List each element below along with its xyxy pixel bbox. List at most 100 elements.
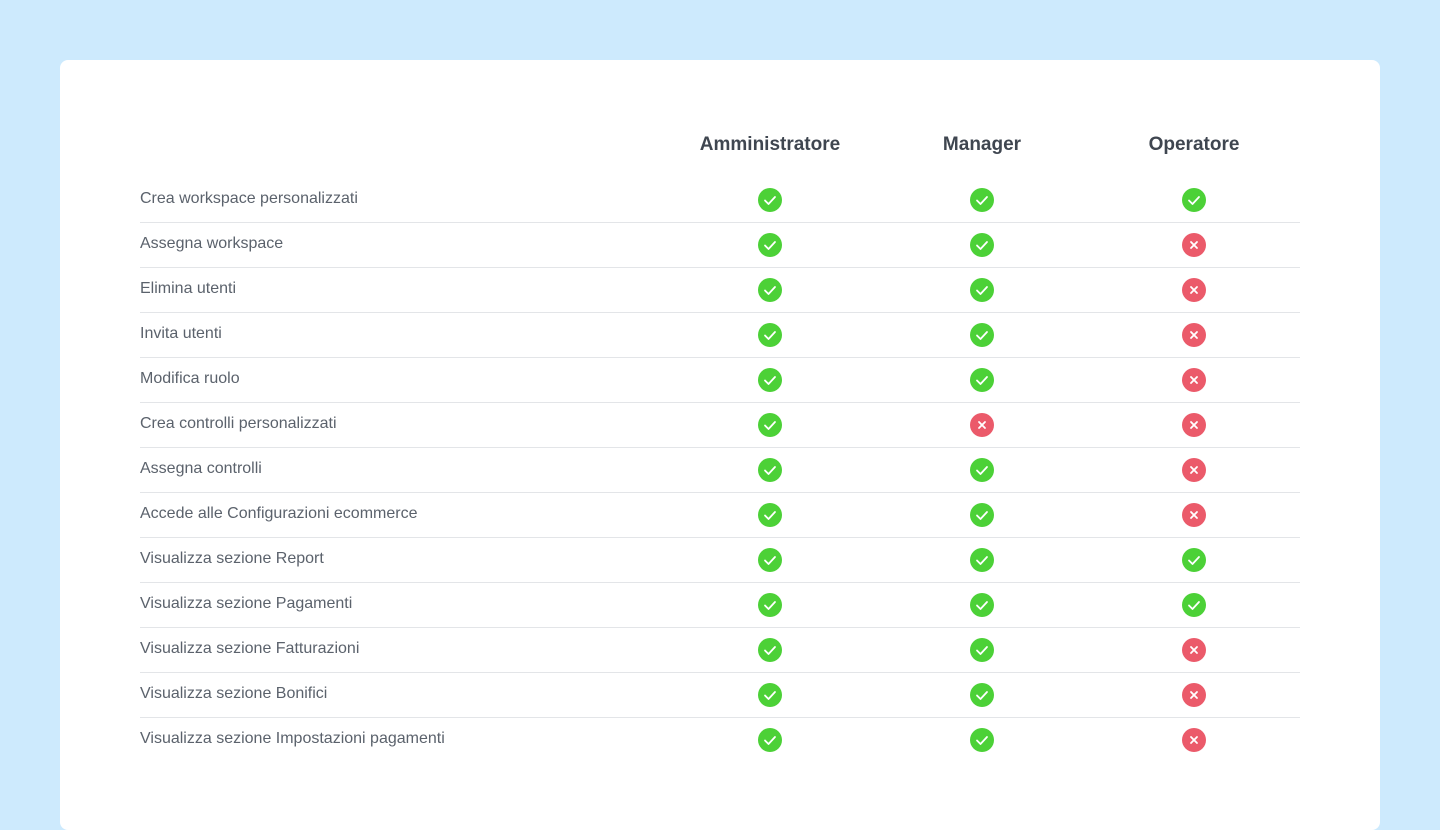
table-row: Modifica ruolo bbox=[140, 358, 1300, 403]
permission-label: Visualizza sezione Report bbox=[140, 550, 324, 567]
permission-cell-amministratore bbox=[758, 323, 782, 347]
permission-cell-operatore bbox=[1182, 368, 1206, 392]
check-circle-icon bbox=[970, 638, 994, 662]
x-circle-icon bbox=[1182, 458, 1206, 482]
check-circle-icon bbox=[758, 503, 782, 527]
table-row: Crea controlli personalizzati bbox=[140, 403, 1300, 448]
permission-cell-operatore bbox=[1182, 458, 1206, 482]
permission-label: Assegna workspace bbox=[140, 235, 284, 252]
table-row: Visualizza sezione Bonifici bbox=[140, 673, 1300, 718]
permission-cell-amministratore bbox=[758, 503, 782, 527]
permissions-card: Amministratore Manager Operatore Crea wo… bbox=[60, 60, 1380, 830]
permission-cell-amministratore bbox=[758, 188, 782, 212]
check-circle-icon bbox=[970, 503, 994, 527]
x-circle-icon bbox=[1182, 368, 1206, 392]
permission-label: Visualizza sezione Fatturazioni bbox=[140, 640, 360, 657]
permission-cell-amministratore bbox=[758, 233, 782, 257]
permission-cell-amministratore bbox=[758, 638, 782, 662]
x-circle-icon bbox=[1182, 638, 1206, 662]
permission-cell-manager bbox=[970, 638, 994, 662]
check-circle-icon bbox=[758, 548, 782, 572]
x-circle-icon bbox=[1182, 233, 1206, 257]
permission-cell-manager bbox=[970, 413, 994, 437]
permission-cell-amministratore bbox=[758, 368, 782, 392]
permission-label: Assegna controlli bbox=[140, 460, 262, 477]
table-row: Accede alle Configurazioni ecommerce bbox=[140, 493, 1300, 538]
permission-cell-operatore bbox=[1182, 503, 1206, 527]
permission-label: Visualizza sezione Pagamenti bbox=[140, 595, 353, 612]
column-header-manager: Manager bbox=[942, 134, 1022, 155]
permission-cell-operatore bbox=[1182, 323, 1206, 347]
x-circle-icon bbox=[1182, 413, 1206, 437]
check-circle-icon bbox=[758, 683, 782, 707]
check-circle-icon bbox=[758, 278, 782, 302]
table-row: Elimina utenti bbox=[140, 268, 1300, 313]
check-circle-icon bbox=[970, 188, 994, 212]
permission-cell-amministratore bbox=[758, 278, 782, 302]
permission-cell-manager bbox=[970, 458, 994, 482]
permission-label: Visualizza sezione Impostazioni pagament… bbox=[140, 730, 445, 747]
column-header-operatore: Operatore bbox=[1148, 134, 1240, 155]
x-circle-icon bbox=[970, 413, 994, 437]
permission-cell-manager bbox=[970, 188, 994, 212]
permission-cell-manager bbox=[970, 548, 994, 572]
permission-cell-manager bbox=[970, 683, 994, 707]
permission-cell-manager bbox=[970, 368, 994, 392]
check-circle-icon bbox=[758, 413, 782, 437]
permissions-table: Crea workspace personalizzati Assegna wor… bbox=[140, 178, 1300, 763]
check-circle-icon bbox=[970, 548, 994, 572]
permission-cell-amministratore bbox=[758, 548, 782, 572]
check-circle-icon bbox=[1182, 593, 1206, 617]
check-circle-icon bbox=[970, 458, 994, 482]
permission-cell-manager bbox=[970, 233, 994, 257]
table-row: Crea workspace personalizzati bbox=[140, 178, 1300, 223]
check-circle-icon bbox=[970, 278, 994, 302]
permission-label: Visualizza sezione Bonifici bbox=[140, 685, 328, 702]
permission-label: Crea workspace personalizzati bbox=[140, 190, 358, 207]
check-circle-icon bbox=[758, 323, 782, 347]
check-circle-icon bbox=[758, 638, 782, 662]
permission-cell-operatore bbox=[1182, 593, 1206, 617]
permission-label: Invita utenti bbox=[140, 325, 222, 342]
permission-cell-amministratore bbox=[758, 593, 782, 617]
permission-cell-amministratore bbox=[758, 458, 782, 482]
table-row: Visualizza sezione Fatturazioni bbox=[140, 628, 1300, 673]
x-circle-icon bbox=[1182, 728, 1206, 752]
check-circle-icon bbox=[970, 368, 994, 392]
permission-label: Modifica ruolo bbox=[140, 370, 240, 387]
permission-cell-manager bbox=[970, 323, 994, 347]
check-circle-icon bbox=[758, 188, 782, 212]
permission-cell-amministratore bbox=[758, 683, 782, 707]
check-circle-icon bbox=[758, 593, 782, 617]
permission-cell-manager bbox=[970, 503, 994, 527]
permission-cell-operatore bbox=[1182, 638, 1206, 662]
permission-cell-operatore bbox=[1182, 728, 1206, 752]
permission-cell-operatore bbox=[1182, 278, 1206, 302]
permission-cell-operatore bbox=[1182, 548, 1206, 572]
x-circle-icon bbox=[1182, 323, 1206, 347]
table-row: Invita utenti bbox=[140, 313, 1300, 358]
x-circle-icon bbox=[1182, 683, 1206, 707]
check-circle-icon bbox=[1182, 188, 1206, 212]
permission-cell-manager bbox=[970, 728, 994, 752]
check-circle-icon bbox=[758, 458, 782, 482]
check-circle-icon bbox=[758, 368, 782, 392]
permission-cell-manager bbox=[970, 278, 994, 302]
column-header-amministratore: Amministratore bbox=[699, 134, 841, 155]
check-circle-icon bbox=[758, 728, 782, 752]
table-row: Visualizza sezione Impostazioni pagament… bbox=[140, 718, 1300, 763]
x-circle-icon bbox=[1182, 278, 1206, 302]
permission-label: Crea controlli personalizzati bbox=[140, 415, 337, 432]
check-circle-icon bbox=[970, 593, 994, 617]
permission-label: Accede alle Configurazioni ecommerce bbox=[140, 505, 418, 522]
table-row: Visualizza sezione Report bbox=[140, 538, 1300, 583]
permission-cell-operatore bbox=[1182, 413, 1206, 437]
permission-cell-amministratore bbox=[758, 413, 782, 437]
table-header: Amministratore Manager Operatore bbox=[140, 134, 1300, 158]
permission-label: Elimina utenti bbox=[140, 280, 237, 297]
check-circle-icon bbox=[970, 683, 994, 707]
table-row: Visualizza sezione Pagamenti bbox=[140, 583, 1300, 628]
check-circle-icon bbox=[970, 233, 994, 257]
permission-cell-operatore bbox=[1182, 233, 1206, 257]
table-row: Assegna controlli bbox=[140, 448, 1300, 493]
